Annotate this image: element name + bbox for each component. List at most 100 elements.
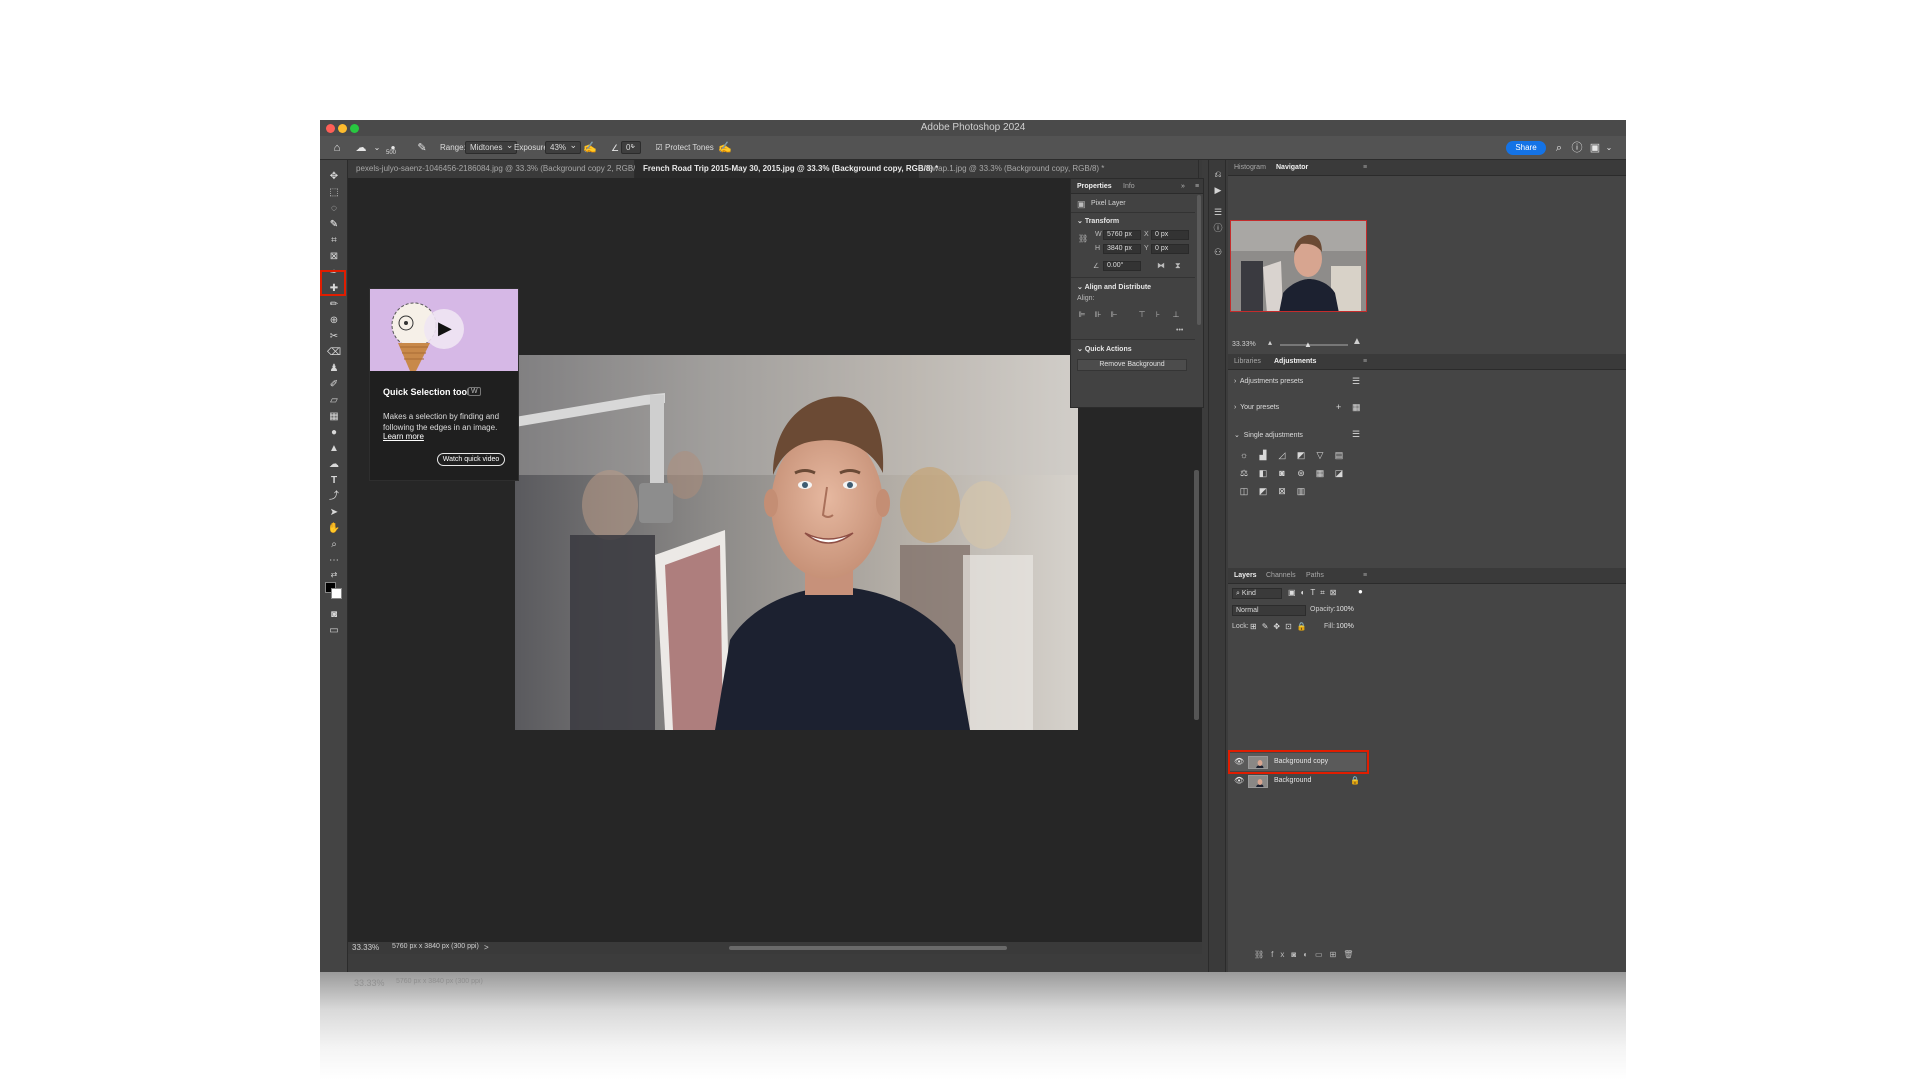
marquee-tool-icon[interactable]: ⬚: [327, 186, 341, 200]
swap-colors-icon[interactable]: ⇄: [327, 568, 341, 582]
sponge-tool-preset-icon[interactable]: ☁: [354, 141, 368, 155]
dodge-tool-icon[interactable]: ▲: [327, 442, 341, 456]
screen-mode-icon[interactable]: ▭: [327, 624, 341, 638]
layer-filter-icons[interactable]: ▣◐T⌗⊠: [1288, 588, 1342, 598]
tab-libraries[interactable]: Libraries: [1234, 358, 1261, 365]
hand-tool-icon[interactable]: ✋: [327, 522, 341, 536]
selective-color-icon[interactable]: ⊠: [1276, 486, 1288, 496]
color-lookup-icon[interactable]: ▦: [1314, 468, 1326, 478]
tab-layers[interactable]: Layers: [1234, 572, 1257, 579]
angle-field[interactable]: 0°: [621, 140, 641, 154]
opacity-field[interactable]: 100%: [1336, 606, 1354, 613]
chevron-down-icon[interactable]: ⌄: [1602, 141, 1616, 155]
exposure-field[interactable]: 43%: [545, 140, 582, 154]
panel-menu-icon[interactable]: ≡: [1363, 572, 1367, 579]
history-brush-tool-icon[interactable]: ✂: [327, 330, 341, 344]
actions-play-icon[interactable]: ▶: [1212, 184, 1224, 196]
layer-row-background[interactable]: 👁 Background 🔒: [1230, 772, 1366, 790]
eraser-tool-icon[interactable]: ⌫: [327, 346, 341, 360]
background-color-swatch[interactable]: [331, 588, 342, 599]
info-icon[interactable]: ⓘ: [1212, 222, 1224, 234]
properties-scrollbar[interactable]: [1197, 195, 1201, 325]
tab-histogram[interactable]: Histogram: [1234, 164, 1266, 171]
direct-selection-tool-icon[interactable]: ➤: [327, 506, 341, 520]
tab-channels[interactable]: Channels: [1266, 572, 1296, 579]
clone-stamp-tool-icon[interactable]: ⊕: [327, 314, 341, 328]
adjustments-sliders-icon[interactable]: ☰: [1212, 206, 1224, 218]
tab-paths[interactable]: Paths: [1306, 572, 1324, 579]
pressure-icon[interactable]: ✍: [718, 141, 732, 155]
width-field[interactable]: 5760 px: [1103, 230, 1141, 240]
list-view-icon[interactable]: ☰: [1352, 429, 1360, 440]
workspace-icon[interactable]: ▣: [1588, 141, 1602, 155]
tab-document-1[interactable]: pexels-julyo-saenz-1046456-2186084.jpg @…: [348, 160, 648, 178]
home-icon[interactable]: ⌂: [330, 141, 344, 155]
history-icon[interactable]: ⎌: [1212, 168, 1224, 180]
tab-adjustments[interactable]: Adjustments: [1274, 358, 1316, 365]
crop-tool-icon[interactable]: ⌗: [327, 234, 341, 248]
more-options[interactable]: •••: [1176, 327, 1183, 334]
smudge-tool-icon[interactable]: ✐: [327, 378, 341, 392]
navigator-zoom-value[interactable]: 33.33%: [1232, 341, 1256, 348]
transform-section-title[interactable]: ⌄ Transform: [1077, 217, 1119, 225]
your-presets-row[interactable]: › Your presets: [1234, 404, 1279, 411]
hue-saturation-icon[interactable]: ▤: [1333, 450, 1345, 460]
chevron-down-icon[interactable]: ⌄: [370, 141, 384, 155]
learn-icon[interactable]: ⚇: [1212, 246, 1224, 258]
height-field[interactable]: 3840 px: [1103, 244, 1141, 254]
layers-footer-icons[interactable]: ⛓fx◙◐▭⊞🗑: [1254, 950, 1360, 959]
curves-icon[interactable]: ◿: [1276, 450, 1288, 460]
grid-view-icon[interactable]: ▦: [1352, 402, 1361, 413]
play-icon[interactable]: ▶: [438, 319, 452, 337]
panel-menu-icon[interactable]: ≡: [1363, 164, 1367, 171]
zoom-slider-thumb-icon[interactable]: ▲: [1304, 340, 1312, 349]
brightness-contrast-icon[interactable]: ☼: [1238, 450, 1250, 460]
watch-quick-video-button[interactable]: Watch quick video: [437, 453, 505, 466]
remove-background-button[interactable]: Remove Background: [1077, 359, 1187, 371]
align-right-icon[interactable]: ⊩: [1109, 310, 1119, 320]
sponge-tool-icon[interactable]: ☁: [327, 458, 341, 472]
flip-vertical-icon[interactable]: ⧗: [1175, 261, 1181, 271]
tab-properties[interactable]: Properties: [1077, 183, 1112, 190]
panel-menu-icon[interactable]: ≡: [1195, 183, 1199, 190]
zoom-in-icon[interactable]: ▲: [1352, 336, 1362, 347]
tool-tip-preview[interactable]: ▶: [370, 289, 518, 371]
share-button[interactable]: Share: [1506, 141, 1546, 155]
protect-tones-label[interactable]: Protect Tones: [665, 143, 714, 152]
frame-tool-icon[interactable]: ⊠: [327, 250, 341, 264]
black-white-icon[interactable]: ◧: [1257, 468, 1269, 478]
airbrush-icon[interactable]: ✍: [583, 141, 597, 155]
align-center-icon[interactable]: ⊪: [1093, 310, 1103, 320]
stamp-tool-icon[interactable]: ♟: [327, 362, 341, 376]
lasso-tool-icon[interactable]: ◌: [327, 202, 341, 216]
align-middle-icon[interactable]: ⊦: [1153, 310, 1163, 320]
tab-info[interactable]: Info: [1123, 183, 1135, 190]
gradient-map-icon[interactable]: ▥: [1295, 486, 1307, 496]
navigator-thumbnail[interactable]: [1230, 220, 1367, 312]
layer-name[interactable]: Background: [1274, 777, 1311, 784]
photo-filter-icon[interactable]: ◙: [1276, 468, 1288, 478]
align-bottom-icon[interactable]: ⊥: [1171, 310, 1181, 320]
canvas-vertical-scrollbar[interactable]: [1194, 470, 1199, 720]
blur-tool-icon[interactable]: ●: [327, 426, 341, 440]
zoom-tool-icon[interactable]: ⌕: [327, 538, 341, 552]
single-adjustments-row[interactable]: ⌄ Single adjustments: [1234, 431, 1303, 439]
navigator-zoom-slider[interactable]: [1280, 344, 1348, 346]
visibility-eye-icon[interactable]: 👁: [1234, 776, 1244, 785]
align-left-icon[interactable]: ⊫: [1077, 310, 1087, 320]
zoom-out-icon[interactable]: ▴: [1268, 338, 1272, 347]
path-selection-tool-icon[interactable]: ⤴: [327, 490, 341, 504]
add-preset-icon[interactable]: +: [1336, 402, 1341, 412]
link-icon[interactable]: ⛓: [1078, 234, 1088, 243]
tab-document-2[interactable]: French Road Trip 2015-May 30, 2015.jpg @…: [635, 160, 938, 178]
search-icon[interactable]: ⌕: [1552, 141, 1566, 155]
tab-document-3[interactable]: Swap.1.jpg @ 33.3% (Background copy, RGB…: [919, 160, 1199, 178]
range-dropdown[interactable]: Midtones: [465, 140, 518, 154]
list-view-icon[interactable]: ☰: [1352, 376, 1360, 387]
filter-toggle-icon[interactable]: ●: [1358, 587, 1363, 596]
brush-tool-icon[interactable]: ✏: [327, 298, 341, 312]
y-field[interactable]: 0 px: [1151, 244, 1189, 254]
type-tool-icon[interactable]: T: [327, 474, 341, 488]
color-balance-icon[interactable]: ⚖: [1238, 468, 1250, 478]
canvas-horizontal-scrollbar[interactable]: [729, 946, 1007, 950]
